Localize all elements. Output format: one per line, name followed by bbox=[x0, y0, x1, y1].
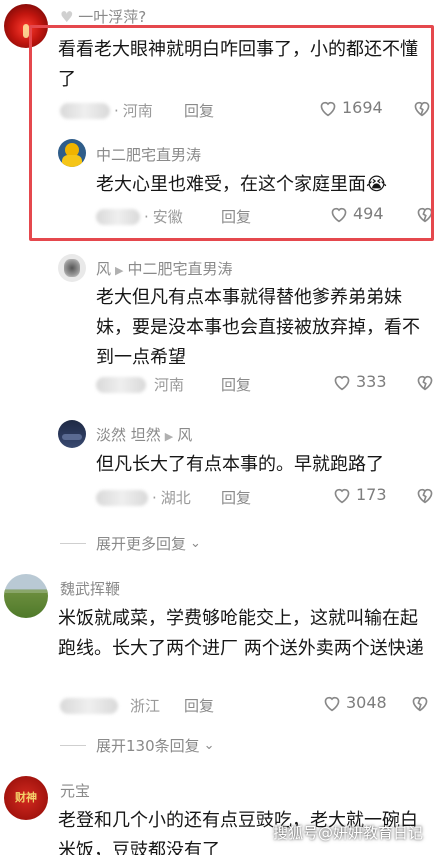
watermark: 搜狐号@妍妍教育日记 bbox=[272, 824, 423, 842]
reply-header: 淡然 坦然 ▶ 风 bbox=[96, 424, 192, 445]
comment-meta: 浙江 bbox=[60, 695, 160, 716]
like-count: 333 bbox=[356, 372, 387, 391]
like-heart-icon bbox=[332, 486, 352, 504]
reply-meta: · 安徽 bbox=[96, 206, 183, 227]
like-heart-icon bbox=[318, 99, 338, 117]
reply-username[interactable]: 淡然 坦然 bbox=[96, 426, 161, 444]
comment-username[interactable]: 魏武挥鞭 bbox=[60, 578, 120, 599]
reply-location: 湖北 bbox=[160, 489, 191, 507]
like-heart-icon bbox=[332, 373, 352, 391]
expand-more-replies[interactable]: 展开更多回复 ⌄ bbox=[60, 533, 201, 554]
blurred-timestamp bbox=[96, 208, 140, 225]
reply-to-username[interactable]: 风 bbox=[177, 426, 192, 444]
blurred-timestamp bbox=[96, 376, 146, 393]
chevron-down-icon: ⌄ bbox=[190, 536, 201, 551]
reply-arrow-icon: ▶ bbox=[115, 264, 124, 277]
comment-text: 看看老大眼神就明白咋回事了，小的都还不懂了 bbox=[58, 39, 418, 90]
reply-header: 风 ▶ 中二肥宅直男涛 bbox=[96, 258, 233, 279]
comment-avatar[interactable]: 财神 bbox=[4, 776, 48, 820]
reply-button[interactable]: 回复 bbox=[221, 206, 251, 227]
like-count: 1694 bbox=[342, 98, 383, 117]
reply-arrow-icon: ▶ bbox=[164, 430, 174, 443]
reply-button[interactable]: 回复 bbox=[221, 374, 251, 395]
like-heart-icon bbox=[322, 694, 342, 712]
comment-avatar[interactable] bbox=[4, 574, 48, 618]
divider bbox=[60, 745, 86, 746]
reply-button[interactable]: 回复 bbox=[221, 487, 251, 508]
comment-avatar[interactable] bbox=[4, 4, 48, 48]
dislike-icon[interactable] bbox=[412, 99, 432, 121]
dislike-icon[interactable] bbox=[415, 373, 435, 395]
comment-meta: · 河南 bbox=[60, 100, 153, 121]
avatar-glyph: 财神 bbox=[15, 791, 37, 804]
reply-avatar[interactable] bbox=[58, 139, 86, 167]
like-button[interactable]: 173 bbox=[332, 485, 387, 504]
blurred-timestamp bbox=[60, 102, 110, 119]
reply-to-username[interactable]: 中二肥宅直男涛 bbox=[127, 260, 232, 278]
heart-icon: ♥ bbox=[60, 8, 74, 26]
dislike-icon[interactable] bbox=[410, 694, 430, 716]
reply-meta: 河南 bbox=[96, 374, 184, 395]
like-button[interactable]: 494 bbox=[329, 204, 384, 223]
like-button[interactable]: 1694 bbox=[318, 98, 383, 117]
comment-username[interactable]: 元宝 bbox=[60, 780, 90, 801]
reply-text: 但凡长大了有点本事的。早就跑路了 bbox=[96, 454, 384, 475]
blurred-timestamp bbox=[60, 697, 118, 714]
comment-location: 河南 bbox=[122, 102, 153, 120]
reply-avatar[interactable] bbox=[58, 254, 86, 282]
blurred-timestamp bbox=[96, 489, 148, 506]
comment-location: 浙江 bbox=[130, 697, 161, 715]
reply-location: 河南 bbox=[154, 376, 185, 394]
expand-more-replies[interactable]: 展开130条回复 ⌄ bbox=[60, 735, 215, 756]
comment-username[interactable]: ♥ 一叶浮萍? bbox=[60, 6, 146, 27]
like-count: 494 bbox=[353, 204, 384, 223]
reply-location: 安徽 bbox=[152, 208, 183, 226]
reply-text: 老大心里也难受，在这个家庭里面😭 bbox=[96, 174, 388, 195]
reply-username[interactable]: 风 bbox=[96, 260, 111, 278]
reply-button[interactable]: 回复 bbox=[184, 695, 214, 716]
like-heart-icon bbox=[329, 205, 349, 223]
reply-avatar[interactable] bbox=[58, 420, 86, 448]
reply-button[interactable]: 回复 bbox=[184, 100, 214, 121]
dislike-icon[interactable] bbox=[415, 205, 435, 227]
chevron-down-icon: ⌄ bbox=[203, 738, 215, 753]
like-button[interactable]: 333 bbox=[332, 372, 387, 391]
reply-username[interactable]: 中二肥宅直男涛 bbox=[96, 144, 201, 165]
like-button[interactable]: 3048 bbox=[322, 693, 387, 712]
reply-text: 老大但凡有点本事就得替他爹养弟弟妹妹，要是没本事也会直接被放弃掉，看不到一点希望 bbox=[96, 287, 420, 368]
reply-meta: · 湖北 bbox=[96, 487, 191, 508]
dislike-icon[interactable] bbox=[415, 486, 435, 508]
like-count: 3048 bbox=[346, 693, 387, 712]
divider bbox=[60, 543, 86, 544]
comment-text: 米饭就咸菜，学费够呛能交上，这就叫输在起跑线。长大了两个进厂 两个送外卖两个送快… bbox=[58, 608, 424, 659]
like-count: 173 bbox=[356, 485, 387, 504]
